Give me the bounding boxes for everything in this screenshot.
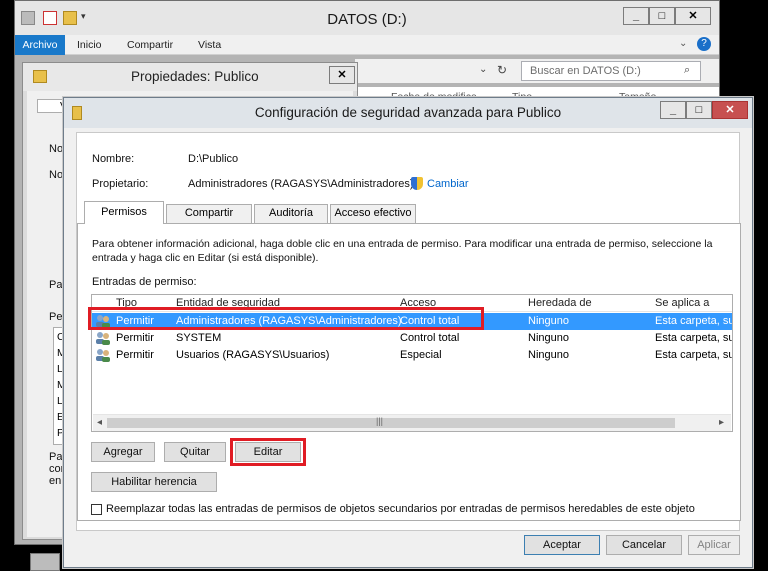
apply-button[interactable]: Aplicar	[688, 535, 740, 555]
users-icon	[95, 348, 111, 362]
row-access: Especial	[400, 349, 442, 361]
owner-value: Administradores (RAGASYS\Administradores…	[188, 178, 414, 190]
row-applies: Esta carpeta, sub	[655, 349, 733, 361]
column-acceso[interactable]: Acceso	[400, 297, 436, 309]
properties-titlebar: Propiedades: Publico ✕	[23, 63, 357, 91]
minimize-button[interactable]: _	[660, 101, 686, 119]
users-icon	[95, 331, 111, 345]
column-entidad[interactable]: Entidad de seguridad	[176, 297, 280, 309]
maximize-button[interactable]: □	[649, 7, 675, 25]
tab-auditoria[interactable]: Auditoría	[254, 204, 328, 223]
address-row: ⌄ ↻ Buscar en DATOS (D:) ⌕	[355, 59, 719, 83]
info-text: Para obtener información adicional, haga…	[92, 238, 713, 264]
ribbon-tab-archivo[interactable]: Archivo	[15, 35, 65, 55]
owner-label: Propietario:	[92, 178, 149, 190]
row-entity: SYSTEM	[176, 332, 222, 344]
name-value: D:\Publico	[188, 153, 239, 165]
column-heredada[interactable]: Heredada de	[528, 297, 592, 309]
properties-close-button[interactable]: ✕	[329, 66, 355, 84]
add-button[interactable]: Agregar	[91, 442, 155, 462]
entries-label: Entradas de permiso:	[92, 276, 197, 288]
ok-button[interactable]: Aceptar	[524, 535, 600, 555]
tab-acceso-efectivo[interactable]: Acceso efectivo	[330, 204, 416, 223]
row-type: Permitir	[116, 349, 154, 361]
tab-permisos[interactable]: Permisos	[84, 201, 164, 224]
replace-entries-label: Reemplazar todas las entradas de permiso…	[106, 503, 695, 515]
column-aplica[interactable]: Se aplica a	[655, 297, 709, 309]
scroll-left-icon[interactable]: ◂	[97, 417, 102, 428]
advanced-security-dialog: Configuración de seguridad avanzada para…	[63, 97, 753, 568]
refresh-icon[interactable]: ↻	[497, 63, 507, 77]
shield-icon	[411, 177, 423, 190]
help-icon[interactable]: ?	[697, 37, 711, 51]
remove-button[interactable]: Quitar	[164, 442, 226, 462]
change-owner-link[interactable]: Cambiar	[427, 178, 469, 190]
close-button[interactable]: ✕	[712, 101, 748, 119]
scroll-right-icon[interactable]: ▸	[719, 417, 724, 428]
ribbon-tab-compartir[interactable]: Compartir	[127, 35, 173, 55]
row-applies: Esta carpeta, sub	[655, 332, 733, 344]
scrollbar-thumb[interactable]	[107, 418, 675, 428]
permission-row-usuarios[interactable]: Permitir Usuarios (RAGASYS\Usuarios) Esp…	[92, 347, 732, 364]
taskbar-app-icon[interactable]	[30, 553, 60, 571]
search-placeholder: Buscar en DATOS (D:)	[530, 65, 641, 77]
tab-compartir[interactable]: Compartir	[166, 204, 252, 223]
replace-entries-checkbox[interactable]	[91, 504, 102, 515]
row-entity: Administradores (RAGASYS\Administradores…	[176, 315, 402, 327]
advanced-title: Configuración de seguridad avanzada para…	[254, 105, 562, 120]
close-button[interactable]: ✕	[675, 7, 711, 25]
row-type: Permitir	[116, 332, 154, 344]
row-inherited: Ninguno	[528, 349, 569, 361]
row-access: Control total	[400, 315, 460, 327]
maximize-button[interactable]: □	[686, 101, 712, 119]
cancel-button[interactable]: Cancelar	[606, 535, 682, 555]
name-label: Nombre:	[92, 153, 135, 165]
horizontal-scrollbar[interactable]: ◂ ||| ▸	[93, 414, 731, 431]
row-access: Control total	[400, 332, 460, 344]
users-icon	[95, 314, 111, 328]
explorer-title: DATOS (D:)	[327, 11, 407, 28]
edit-button[interactable]: Editar	[235, 442, 301, 462]
row-inherited: Ninguno	[528, 332, 569, 344]
permission-entries-list[interactable]: Tipo Entidad de seguridad Acceso Heredad…	[91, 294, 733, 432]
permission-row-system[interactable]: Permitir SYSTEM Control total Ninguno Es…	[92, 330, 732, 347]
ribbon-tab-inicio[interactable]: Inicio	[77, 35, 102, 55]
scroll-grip-icon: |||	[376, 416, 384, 426]
ribbon-tab-vista[interactable]: Vista	[198, 35, 221, 55]
permission-row-administradores[interactable]: Permitir Administradores (RAGASYS\Admini…	[92, 313, 732, 330]
ribbon-expand-icon[interactable]: ⌄	[679, 38, 687, 49]
explorer-titlebar: ▾ DATOS (D:) _ □ ✕	[15, 1, 719, 37]
search-box[interactable]: Buscar en DATOS (D:) ⌕	[521, 61, 701, 81]
address-dropdown-icon[interactable]: ⌄	[479, 64, 487, 75]
enable-inheritance-button[interactable]: Habilitar herencia	[91, 472, 217, 492]
column-tipo[interactable]: Tipo	[116, 297, 137, 309]
properties-title: Propiedades: Publico	[131, 69, 259, 84]
advanced-titlebar: Configuración de seguridad avanzada para…	[64, 98, 752, 128]
search-icon: ⌕	[684, 64, 691, 76]
row-type: Permitir	[116, 315, 154, 327]
minimize-button[interactable]: _	[623, 7, 649, 25]
row-entity: Usuarios (RAGASYS\Usuarios)	[176, 349, 330, 361]
ribbon-tabs: Archivo Inicio Compartir Vista ⌄ ?	[15, 35, 719, 55]
row-inherited: Ninguno	[528, 315, 569, 327]
row-applies: Esta carpeta, sub	[655, 315, 733, 327]
list-header: Tipo Entidad de seguridad Acceso Heredad…	[92, 295, 732, 312]
folder-icon	[33, 70, 47, 83]
